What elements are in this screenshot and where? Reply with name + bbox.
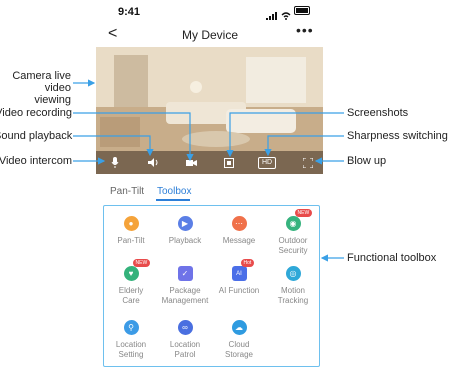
hot-badge: Hot bbox=[240, 259, 255, 267]
location-patrol-icon: ∞ bbox=[177, 320, 193, 335]
cloud-storage-icon: ☁ bbox=[231, 320, 247, 335]
callout-toolbox: Functional toolbox bbox=[347, 252, 437, 264]
ai-icon: AI Hot bbox=[231, 259, 255, 281]
tool-label: Outdoor Security bbox=[278, 236, 308, 255]
callout-intercom: Video intercom bbox=[0, 155, 72, 167]
tool-ai-function[interactable]: AI Hot AI Function bbox=[212, 259, 266, 296]
tool-location-patrol[interactable]: ∞ Location Patrol bbox=[158, 320, 212, 360]
package-icon: ✓ bbox=[177, 266, 193, 281]
pan-tilt-icon: ● bbox=[123, 216, 139, 231]
tool-label: Pan-Tilt bbox=[117, 236, 145, 245]
callout-sound: Sound playback bbox=[0, 130, 73, 142]
elderly-care-icon: ♥ NEW bbox=[123, 259, 151, 281]
callout-sharpness: Sharpness switching bbox=[347, 130, 448, 142]
tool-cloud-storage[interactable]: ☁ Cloud Storage bbox=[212, 320, 266, 360]
tool-label: Package Management bbox=[161, 286, 209, 305]
callout-screenshots: Screenshots bbox=[347, 107, 409, 119]
tab-pan-tilt[interactable]: Pan-Tilt bbox=[110, 186, 144, 197]
message-icon: ⋯ bbox=[231, 216, 247, 231]
motion-tracking-icon: ◎ bbox=[285, 266, 301, 281]
tool-label: AI Function bbox=[218, 286, 260, 295]
tool-outdoor-security[interactable]: ◉ NEW Outdoor Security bbox=[266, 209, 320, 256]
new-badge: NEW bbox=[132, 259, 151, 267]
tab-toolbox[interactable]: Toolbox bbox=[157, 186, 191, 197]
tool-label: Location Patrol bbox=[169, 340, 201, 359]
location-setting-icon: ⚲ bbox=[123, 320, 139, 335]
new-badge: NEW bbox=[294, 209, 313, 217]
playback-icon: ▶ bbox=[177, 216, 193, 231]
tab-active-indicator bbox=[156, 199, 190, 201]
callout-blowup: Blow up bbox=[347, 155, 387, 167]
functional-toolbox: ● Pan-Tilt ▶ Playback ⋯ Message ◉ NEW Ou… bbox=[103, 205, 320, 367]
tool-label: Message bbox=[222, 236, 256, 245]
tool-label: Location Setting bbox=[115, 340, 147, 359]
callout-live-view: Camera live video viewing bbox=[12, 70, 71, 106]
tool-label: Motion Tracking bbox=[277, 286, 309, 305]
tool-message[interactable]: ⋯ Message bbox=[212, 216, 266, 246]
callout-recording: Video recording bbox=[0, 107, 72, 119]
tool-package-management[interactable]: ✓ Package Management bbox=[158, 266, 212, 306]
tool-location-setting[interactable]: ⚲ Location Setting bbox=[104, 320, 158, 360]
tool-label: Cloud Storage bbox=[224, 340, 254, 359]
tool-motion-tracking[interactable]: ◎ Motion Tracking bbox=[266, 266, 320, 306]
tool-elderly-care[interactable]: ♥ NEW Elderly Care bbox=[104, 259, 158, 306]
outdoor-security-icon: ◉ NEW bbox=[285, 209, 313, 231]
tool-label: Elderly Care bbox=[118, 286, 144, 305]
tool-pan-tilt[interactable]: ● Pan-Tilt bbox=[104, 216, 158, 246]
tool-playback[interactable]: ▶ Playback bbox=[158, 216, 212, 246]
tool-label: Playback bbox=[168, 236, 202, 245]
